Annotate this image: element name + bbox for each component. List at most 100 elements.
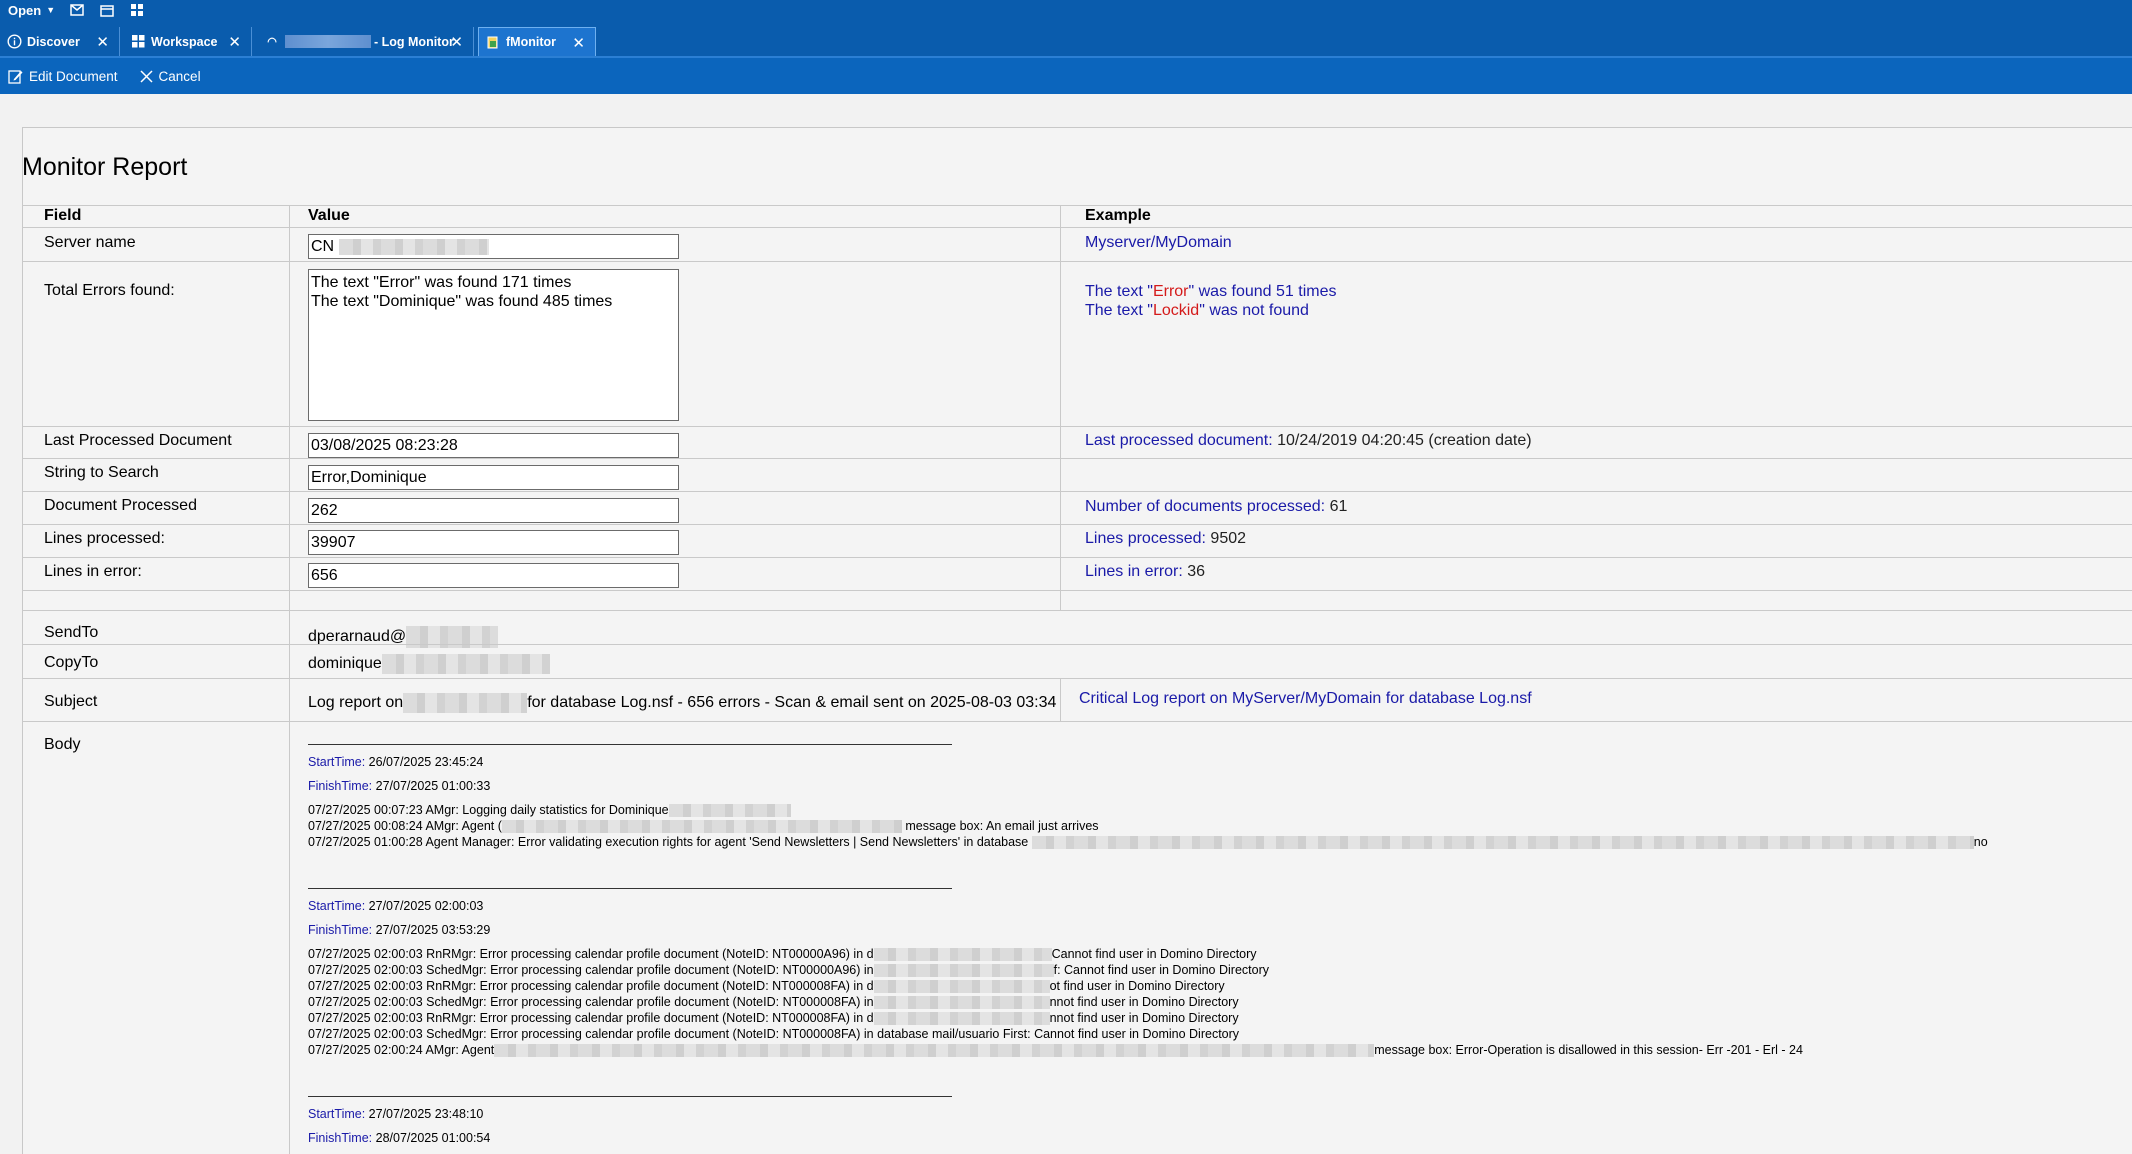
calendar-icon[interactable] <box>92 4 122 17</box>
redacted-text <box>285 35 371 48</box>
close-icon[interactable]: ✕ <box>572 34 585 52</box>
cancel-button[interactable]: Cancel <box>140 69 201 84</box>
finish-time-label: FinishTime: <box>308 923 373 937</box>
lines-processed-field[interactable]: 39907 <box>308 530 679 555</box>
redacted-text <box>494 1044 1375 1058</box>
redacted-text <box>668 804 791 818</box>
tab-label: Discover <box>27 34 80 49</box>
document-processed-example: Number of documents processed: 61 <box>1085 498 1347 516</box>
finish-time-value: 27/07/2025 01:00:33 <box>375 779 491 793</box>
table-row-spacer <box>22 590 2132 610</box>
example-value: 9502 <box>1210 530 1247 547</box>
total-errors-example: The text "Error" was found 51 times The … <box>1085 282 1336 320</box>
redacted-text <box>1031 836 1974 850</box>
total-errors-label: Total Errors found: <box>44 282 175 299</box>
tab-label: Workspace <box>151 34 218 49</box>
log-text: 07/27/2025 02:00:03 RnRMgr: Error proces… <box>308 1011 874 1025</box>
action-toolbar: Edit Document Cancel <box>0 58 2132 94</box>
open-menu[interactable]: Open ▼ <box>0 3 62 18</box>
finish-time-value: 27/07/2025 03:53:29 <box>375 923 491 937</box>
log-text: 07/27/2025 01:00:28 Agent Manager: Error… <box>308 835 1029 849</box>
last-processed-example: Last processed document: 10/24/2019 04:2… <box>1085 432 1532 450</box>
workspace-grid-icon <box>130 34 146 50</box>
lines-processed-label: Lines processed: <box>44 530 165 547</box>
string-to-search-field[interactable]: Error,Dominique <box>308 465 679 490</box>
cancel-label: Cancel <box>158 68 201 84</box>
log-line: 07/27/2025 02:00:24 AMgr: Agent message b… <box>308 1043 1803 1058</box>
mail-icon[interactable] <box>62 4 92 16</box>
example-keyword: Lockid <box>1152 302 1200 319</box>
log-text: message box: An email just arrives <box>905 819 1099 833</box>
log-text: 07/27/2025 02:00:03 SchedMgr: Error proc… <box>308 1027 1240 1041</box>
subject-text: for database Log.nsf - 656 errors - Scan… <box>527 694 1057 712</box>
tab-log-monitor[interactable]: ◠ - Log Monitor ✕ <box>258 27 474 56</box>
document-processed-field[interactable]: 262 <box>308 498 679 523</box>
tab-label: - Log Monitor <box>374 34 454 49</box>
tab-workspace[interactable]: Workspace ✕ <box>124 27 252 56</box>
server-name-field[interactable]: CN <box>308 234 679 259</box>
example-label: Number of documents processed: <box>1085 498 1326 515</box>
field-header: Field <box>44 207 82 224</box>
log-line: 07/27/2025 01:00:28 Agent Manager: Error… <box>308 835 1988 850</box>
last-processed-field[interactable]: 03/08/2025 08:23:28 <box>308 433 679 458</box>
log-text: 07/27/2025 02:00:03 RnRMgr: Error proces… <box>308 947 874 961</box>
divider <box>308 744 952 745</box>
copyto-value[interactable]: dominique <box>308 654 550 674</box>
redacted-text <box>873 1012 1050 1026</box>
info-icon <box>6 34 22 50</box>
log-line: 07/27/2025 02:00:03 SchedMgr: Error proc… <box>308 963 1269 978</box>
log-line: 07/27/2025 02:00:03 RnRMgr: Error proces… <box>308 947 1257 962</box>
redacted-text <box>873 980 1050 994</box>
example-label: Lines processed: <box>1085 530 1206 547</box>
redacted-text <box>338 238 489 255</box>
table-row-lines-in-error: Lines in error: 656 Lines in error: 36 <box>22 557 2132 590</box>
chevron-down-icon: ▼ <box>46 5 56 15</box>
tab-fmonitor[interactable]: fMonitor ✕ <box>478 27 596 56</box>
tab-discover[interactable]: Discover ✕ <box>0 27 120 56</box>
table-row-subject: Subject Log report on for database Log.ns… <box>22 678 2132 721</box>
edit-document-button[interactable]: Edit Document <box>8 69 118 84</box>
subject-text: Log report on <box>308 694 404 712</box>
example-label: Lines in error: <box>1085 563 1183 580</box>
close-icon[interactable]: ✕ <box>228 33 241 51</box>
log-line: 07/27/2025 00:07:23 AMgr: Logging daily … <box>308 803 791 818</box>
log-text: 07/27/2025 00:08:24 AMgr: Agent ( <box>308 819 502 833</box>
total-errors-textarea[interactable]: The text "Error" was found 171 times The… <box>308 269 679 421</box>
example-keyword: Error <box>1152 283 1189 300</box>
log-text: 07/27/2025 02:00:03 SchedMgr: Error proc… <box>308 995 874 1009</box>
close-icon[interactable]: ✕ <box>96 33 109 51</box>
subject-value[interactable]: Log report on for database Log.nsf - 656 … <box>308 693 1056 713</box>
redacted-text <box>873 964 1054 978</box>
last-processed-label: Last Processed Document <box>44 432 232 449</box>
lines-processed-example: Lines processed: 9502 <box>1085 530 1246 548</box>
example-text: " was found 51 times <box>1188 283 1337 300</box>
example-label: Last processed document: <box>1085 432 1273 449</box>
lines-in-error-label: Lines in error: <box>44 563 142 580</box>
body-label: Body <box>44 736 81 753</box>
log-line: 07/27/2025 02:00:03 SchedMgr: Error proc… <box>308 1027 1239 1041</box>
close-icon[interactable]: ✕ <box>450 33 463 51</box>
redacted-text <box>381 654 550 674</box>
redacted-text <box>403 693 528 713</box>
tab-label: fMonitor <box>506 35 556 49</box>
start-time-label: StartTime: <box>308 1107 366 1121</box>
finish-time-label: FinishTime: <box>308 779 373 793</box>
start-time-label: StartTime: <box>308 755 366 769</box>
edit-icon <box>8 69 23 84</box>
page-title: Monitor Report <box>22 153 188 181</box>
log-text: message box: Error-Operation is disallow… <box>1374 1043 1803 1057</box>
start-time-value: 26/07/2025 23:45:24 <box>368 755 484 769</box>
start-time-label: StartTime: <box>308 899 366 913</box>
table-row-total-errors: Total Errors found: The text "Error" was… <box>22 261 2132 426</box>
server-name-label: Server name <box>44 234 136 251</box>
example-text: " was not found <box>1199 302 1309 319</box>
lines-in-error-field[interactable]: 656 <box>308 563 679 588</box>
total-errors-line: The text "Dominique" was found 485 times <box>311 293 613 310</box>
redacted-text <box>873 996 1050 1010</box>
lines-in-error-example: Lines in error: 36 <box>1085 563 1205 581</box>
log-text: 07/27/2025 00:07:23 AMgr: Logging daily … <box>308 803 669 817</box>
apps-grid-icon[interactable] <box>122 3 152 17</box>
table-row-document-processed: Document Processed 262 Number of documen… <box>22 491 2132 524</box>
log-line: 07/27/2025 02:00:03 RnRMgr: Error proces… <box>308 979 1225 994</box>
string-to-search-label: String to Search <box>44 464 159 481</box>
